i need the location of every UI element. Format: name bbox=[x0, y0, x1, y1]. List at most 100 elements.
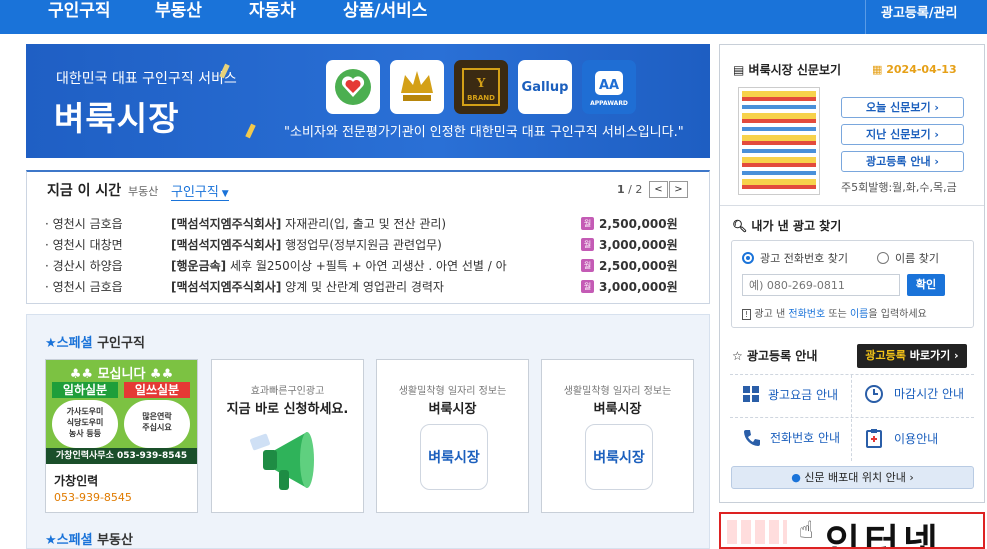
card-small-text: 생활밀착형 일자리 정보는 bbox=[398, 386, 507, 397]
badge-label: APPAWARD bbox=[590, 100, 628, 107]
find-box: 광고 전화번호 찾기 이름 찾기 확인 ! 광고 낸 전화번호 또는 이름을 입… bbox=[731, 240, 974, 328]
ad-info-title: ☆ 광고등록 안내 bbox=[732, 347, 817, 364]
confirm-button[interactable]: 확인 bbox=[907, 274, 945, 296]
job-pay: 3,000,000원 bbox=[599, 238, 678, 252]
wage-icon: 월 bbox=[581, 280, 594, 293]
next-page-button[interactable]: > bbox=[669, 181, 688, 198]
badge-label: BRAND bbox=[467, 94, 495, 102]
special-category: 부동산 bbox=[97, 533, 133, 548]
deadline-item[interactable]: 마감시간 안내 bbox=[864, 383, 964, 407]
page-total: / 2 bbox=[628, 183, 643, 196]
right-sidebar: ▤ 벼룩시장 신문보기 ▦ 2024-04-13 오늘 신문보기 › 지난 신문… bbox=[719, 44, 985, 503]
job-text: [맥섬석지엠주식회사] 양계 및 산란계 영업관리 경력자 bbox=[171, 278, 571, 295]
special-label: 스페셜 bbox=[56, 533, 93, 548]
radio-name-label: 이름 찾기 bbox=[895, 252, 939, 265]
svg-text:AA: AA bbox=[599, 78, 619, 93]
app-award-icon: AA APPAWARD bbox=[590, 71, 628, 107]
ad-body-2: 많은연락 주십시요 bbox=[124, 400, 190, 448]
nav-products[interactable]: 상품/서비스 bbox=[343, 0, 427, 22]
ad-header: ♣♣ 모십니다 ♣♣ bbox=[69, 367, 174, 382]
prev-page-button[interactable]: < bbox=[649, 181, 668, 198]
megaphone-icon bbox=[250, 432, 314, 490]
award-badge bbox=[390, 60, 444, 114]
paper-date-text: 2024-04-13 bbox=[886, 63, 957, 76]
special-jobs-heading: ★스페셜 구인구직 bbox=[45, 332, 145, 351]
nav-divider bbox=[865, 0, 866, 34]
bottom-ad-banner[interactable]: ☝ 인터넷 bbox=[719, 512, 985, 549]
award-badge bbox=[326, 60, 380, 114]
nav-cars[interactable]: 자동차 bbox=[249, 0, 296, 22]
divider bbox=[730, 417, 974, 418]
today-paper-button[interactable]: 오늘 신문보기 › bbox=[841, 97, 964, 118]
job-location: · 영천시 금호읍 bbox=[45, 217, 123, 231]
paper-title: ▤ 벼룩시장 신문보기 bbox=[733, 61, 841, 78]
phone-item[interactable]: 전화번호 안내 bbox=[742, 428, 840, 452]
radio-phone[interactable] bbox=[742, 252, 754, 264]
ad-shortcut-button[interactable]: 광고등록 바로가기 › bbox=[857, 344, 967, 368]
now-title: 지금 이 시간 bbox=[47, 183, 122, 199]
star-icon: ★ bbox=[45, 336, 57, 351]
calendar-icon: ▦ bbox=[872, 63, 883, 76]
radio-name[interactable] bbox=[877, 252, 889, 264]
now-tab-jobs-label: 구인구직 bbox=[171, 185, 219, 200]
search-input[interactable] bbox=[742, 274, 900, 296]
usage-item[interactable]: 이용안내 bbox=[864, 428, 938, 452]
job-row[interactable]: · 영천시 대창면 [맥섬석지엠주식회사] 행정업무(정부지원금 관련업무) 월… bbox=[45, 236, 705, 254]
deadline-label: 마감시간 안내 bbox=[894, 387, 965, 401]
nav-jobs[interactable]: 구인구직 bbox=[48, 0, 111, 22]
clock-icon bbox=[865, 385, 883, 403]
ad-info-title-text: 광고등록 안내 bbox=[746, 349, 818, 363]
card-small-text: 생활밀착형 일자리 정보는 bbox=[563, 386, 672, 397]
find-hint: ! 광고 낸 전화번호 또는 이름을 입력하세요 bbox=[742, 305, 927, 320]
phone-icon bbox=[744, 430, 760, 446]
ad-tag-1: 일하실분 bbox=[52, 382, 118, 398]
heart-award-icon bbox=[335, 69, 371, 105]
ad-phone: 053-939-8545 bbox=[54, 491, 132, 504]
ad-name: 가창인력 bbox=[54, 474, 99, 488]
ad-body-1: 가사도우미 식당도우미 농사 등등 bbox=[52, 400, 118, 448]
job-company: [맥섬석지엠주식회사] bbox=[171, 217, 282, 231]
newspaper-thumbnail[interactable] bbox=[738, 87, 820, 195]
special-label: 스페셜 bbox=[56, 336, 93, 351]
job-location: · 경산시 하양읍 bbox=[45, 259, 123, 273]
ad-guide-button[interactable]: 광고등록 안내 › bbox=[841, 151, 964, 172]
flea-market-card[interactable]: 생활밀착형 일자리 정보는 벼룩시장 벼룩시장 bbox=[541, 359, 694, 513]
crown-award-icon bbox=[401, 71, 433, 101]
ad-shortcut-highlight: 광고등록 bbox=[865, 349, 906, 362]
job-row[interactable]: · 경산시 하양읍 [행운금속] 세후 월250이상 +필특 + 아연 괴생산 … bbox=[45, 257, 705, 275]
job-location: · 영천시 대창면 bbox=[45, 238, 123, 252]
past-paper-button[interactable]: 지난 신문보기 › bbox=[841, 124, 964, 145]
nav-realestate[interactable]: 부동산 bbox=[155, 0, 202, 22]
ad-image: ♣♣ 모십니다 ♣♣ 일하실분 일쓰실분 가사도우미 식당도우미 농사 등등 많… bbox=[46, 360, 197, 464]
top-nav: 구인구직 부동산 자동차 상품/서비스 광고등록/관리 bbox=[0, 0, 987, 34]
flea-market-logo: 벼룩시장 bbox=[420, 424, 488, 490]
app-award-badge: AA APPAWARD bbox=[582, 60, 636, 114]
paper-title-text: 벼룩시장 신문보기 bbox=[748, 63, 842, 77]
ad-tag-2: 일쓰실분 bbox=[124, 382, 190, 398]
special-ad-card[interactable]: ♣♣ 모십니다 ♣♣ 일하실분 일쓰실분 가사도우미 식당도우미 농사 등등 많… bbox=[45, 359, 198, 513]
wage-icon: 월 bbox=[581, 259, 594, 272]
job-row[interactable]: · 영천시 금호읍 [맥섬석지엠주식회사] 자재관리(입, 출고 및 전산 관리… bbox=[45, 215, 705, 233]
apply-ad-card[interactable]: 효과빠른구인광고 지금 바로 신청하세요. bbox=[211, 359, 364, 513]
award-badge: Y BRAND bbox=[454, 60, 508, 114]
special-realestate-heading: ★스페셜 부동산 bbox=[45, 529, 133, 548]
ad-manage-link[interactable]: 광고등록/관리 bbox=[881, 2, 958, 21]
location-label: 신문 배포대 위치 안내 › bbox=[804, 471, 914, 484]
banner-subtitle: 대한민국 대표 구인구직 서비스 bbox=[56, 71, 237, 87]
job-row[interactable]: · 영천시 금호읍 [맥섬석지엠주식회사] 양계 및 산란계 영업관리 경력자 … bbox=[45, 278, 705, 296]
clipboard-icon bbox=[866, 429, 882, 448]
now-tab-jobs[interactable]: 구인구직 ▼ bbox=[171, 181, 229, 201]
find-title: 🔍︎ 내가 낸 광고 찾기 bbox=[732, 217, 841, 234]
job-pay: 2,500,000원 bbox=[599, 217, 678, 231]
wage-icon: 월 bbox=[581, 217, 594, 230]
ad-price-item[interactable]: 광고요금 안내 bbox=[742, 385, 838, 407]
job-text: [맥섬석지엠주식회사] 행정업무(정부지원금 관련업무) bbox=[171, 236, 571, 253]
issue-info: 주5회발행:월,화,수,목,금 bbox=[841, 181, 957, 194]
now-tab-realestate[interactable]: 부동산 bbox=[128, 183, 158, 199]
card-small-text: 효과빠른구인광고 bbox=[250, 386, 325, 397]
job-desc: 세후 월250이상 +필특 + 아연 괴생산 . 아연 선별 / 아 bbox=[226, 259, 507, 273]
flea-market-card[interactable]: 생활밀착형 일자리 정보는 벼룩시장 벼룩시장 bbox=[376, 359, 529, 513]
main-banner[interactable]: 대한민국 대표 구인구직 서비스 벼룩시장 Y BRAND Gallup AA AP… bbox=[26, 44, 710, 158]
divider bbox=[720, 205, 984, 206]
location-button[interactable]: ● 신문 배포대 위치 안내 › bbox=[731, 466, 974, 489]
